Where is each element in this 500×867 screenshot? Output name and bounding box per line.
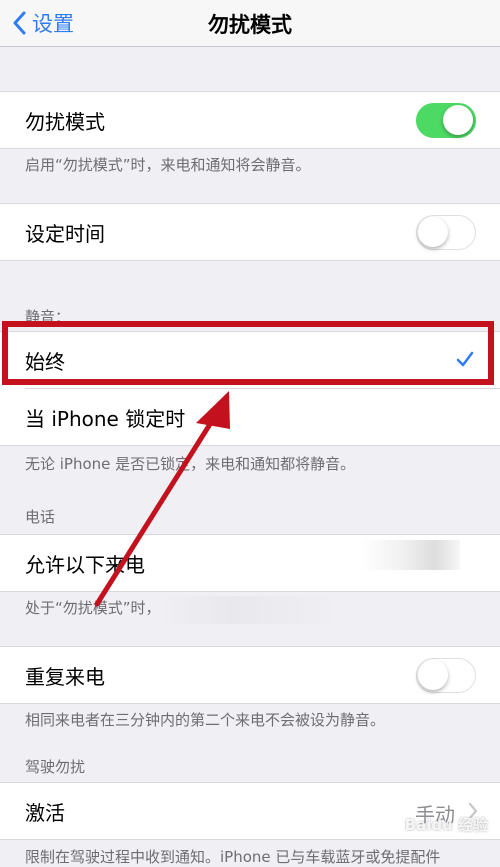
repeated-calls-label: 重复来电 xyxy=(25,664,105,689)
scheduled-label: 设定时间 xyxy=(25,221,105,246)
page-title: 勿扰模式 xyxy=(208,13,292,37)
silence-option-locked[interactable]: 当 iPhone 锁定时 xyxy=(25,388,500,445)
dnd-group: 勿扰模式 xyxy=(0,91,500,149)
dnd-toggle[interactable] xyxy=(416,103,476,138)
repeated-calls-row: 重复来电 xyxy=(0,647,500,703)
activate-label: 激活 xyxy=(25,800,65,825)
scheduled-row: 设定时间 xyxy=(0,204,500,260)
allow-calls-label: 允许以下来电 xyxy=(25,552,145,577)
toggle-knob xyxy=(443,105,473,135)
repeated-calls-note: 相同来电者在三分钟内的第二个来电不会被设为静音。 xyxy=(25,711,386,729)
scheduled-group: 设定时间 xyxy=(0,203,500,261)
driving-note: 限制在驾驶过程中收到通知。iPhone 已与车载蓝牙或免提配件 xyxy=(25,848,441,866)
option-label: 当 iPhone 锁定时 xyxy=(25,406,186,431)
repeated-calls-toggle[interactable] xyxy=(416,658,476,693)
phone-header: 电话 xyxy=(25,508,56,526)
dnd-note: 启用“勿扰模式”时，来电和通知将会静音。 xyxy=(25,156,311,174)
toggle-knob xyxy=(418,660,448,690)
blurred-text xyxy=(160,596,340,624)
toggle-knob xyxy=(418,217,448,247)
watermark: Baidu 经验 xyxy=(404,816,488,834)
dnd-row: 勿扰模式 xyxy=(0,92,500,148)
blurred-value xyxy=(360,540,460,570)
scheduled-toggle[interactable] xyxy=(416,215,476,250)
driving-header: 驾驶勿扰 xyxy=(25,758,86,776)
repeated-calls-group: 重复来电 xyxy=(0,646,500,704)
silence-note: 无论 iPhone 是否已锁定，来电和通知都将静音。 xyxy=(25,455,356,473)
navigation-bar: 设置 勿扰模式 xyxy=(0,0,500,47)
highlight-box xyxy=(2,321,494,385)
dnd-label: 勿扰模式 xyxy=(25,109,105,134)
